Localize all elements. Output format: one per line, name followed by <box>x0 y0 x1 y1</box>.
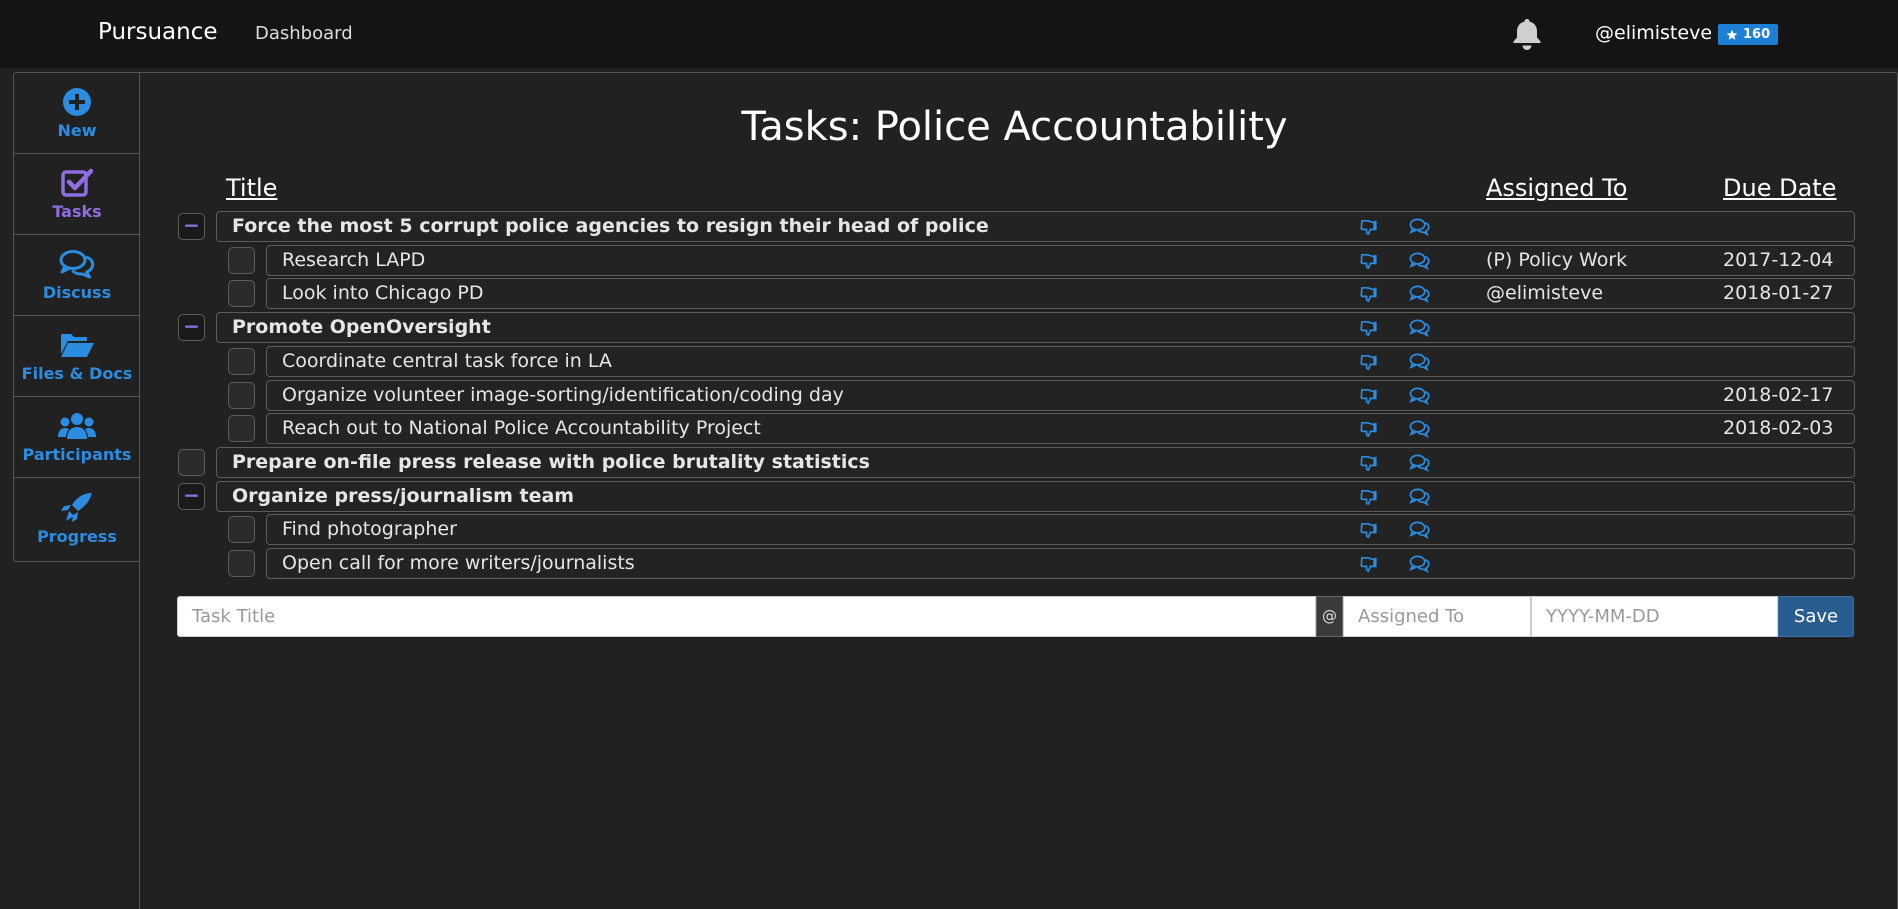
discuss-icon[interactable] <box>1409 520 1430 540</box>
task-checkbox[interactable] <box>228 280 255 307</box>
task-row-box[interactable] <box>266 278 1855 309</box>
task-title[interactable]: Coordinate central task force in LA <box>282 350 612 372</box>
collapse-toggle[interactable]: − <box>178 213 205 240</box>
task-title[interactable]: Research LAPD <box>282 249 425 271</box>
plus-circle-icon <box>63 87 91 116</box>
task-row: − Promote OpenOversight <box>0 312 1898 343</box>
task-title[interactable]: Open call for more writers/journalists <box>282 552 635 574</box>
task-checkbox[interactable] <box>228 550 255 577</box>
discuss-icon[interactable] <box>1409 217 1430 237</box>
task-title[interactable]: Organize press/journalism team <box>232 485 574 507</box>
task-checkbox[interactable] <box>228 516 255 543</box>
task-row: Organize volunteer image-sorting/identif… <box>0 380 1898 411</box>
task-due-date: 2017-12-04 <box>1723 249 1834 271</box>
discuss-icon[interactable] <box>1409 487 1430 507</box>
task-checkbox[interactable] <box>228 247 255 274</box>
task-assignee[interactable]: @elimisteve <box>1486 282 1603 304</box>
delegate-icon[interactable] <box>1359 284 1378 303</box>
delegate-icon[interactable] <box>1359 352 1378 371</box>
discuss-icon[interactable] <box>1409 352 1430 372</box>
task-row-box[interactable] <box>266 514 1855 545</box>
task-row: − Organize press/journalism team <box>0 481 1898 512</box>
sidebar-item-new[interactable]: New <box>14 73 140 154</box>
task-row: Look into Chicago PD @elimisteve 2018-01-2… <box>0 278 1898 309</box>
task-checkbox[interactable] <box>228 415 255 442</box>
top-navbar: Pursuance Dashboard @elimisteve 160 <box>0 0 1898 68</box>
task-checkbox[interactable] <box>228 348 255 375</box>
task-title[interactable]: Look into Chicago PD <box>282 282 483 304</box>
task-title[interactable]: Reach out to National Police Accountabil… <box>282 417 761 439</box>
assigned-to-input[interactable]: Assigned To <box>1343 596 1531 637</box>
sidebar-item-label: New <box>57 120 97 140</box>
task-assignee[interactable]: (P) Policy Work <box>1486 249 1627 271</box>
column-header-assigned[interactable]: Assigned To <box>1486 174 1627 202</box>
delegate-icon[interactable] <box>1359 419 1378 438</box>
delegate-icon[interactable] <box>1359 487 1378 506</box>
discuss-icon[interactable] <box>1409 554 1430 574</box>
page-title: Tasks: Police Accountability <box>741 104 1288 150</box>
delegate-icon[interactable] <box>1359 217 1378 236</box>
task-title[interactable]: Prepare on-file press release with polic… <box>232 451 870 473</box>
task-row: − Force the most 5 corrupt police agencie… <box>0 211 1898 242</box>
collapse-toggle[interactable]: − <box>178 483 205 510</box>
bell-icon[interactable] <box>1511 17 1543 51</box>
delegate-icon[interactable] <box>1359 251 1378 270</box>
task-row: Reach out to National Police Accountabil… <box>0 413 1898 444</box>
column-header-title[interactable]: Title <box>226 174 277 202</box>
delegate-icon[interactable] <box>1359 554 1378 573</box>
reputation-count: 160 <box>1743 27 1771 42</box>
brand-link[interactable]: Pursuance <box>98 19 218 45</box>
star-icon <box>1726 29 1738 40</box>
delegate-icon[interactable] <box>1359 453 1378 472</box>
task-due-date: 2018-01-27 <box>1723 282 1834 304</box>
task-row: Find photographer <box>0 514 1898 545</box>
task-row: Prepare on-file press release with polic… <box>0 447 1898 478</box>
task-title[interactable]: Force the most 5 corrupt police agencies… <box>232 215 989 237</box>
discuss-icon[interactable] <box>1409 386 1430 406</box>
discuss-icon[interactable] <box>1409 251 1430 271</box>
task-due-date: 2018-02-17 <box>1723 384 1834 406</box>
delegate-icon[interactable] <box>1359 318 1378 337</box>
due-date-input[interactable]: YYYY-MM-DD <box>1531 596 1778 637</box>
task-title-input[interactable]: Task Title <box>177 596 1316 637</box>
discuss-icon[interactable] <box>1409 318 1430 338</box>
username-link[interactable]: @elimisteve <box>1595 22 1712 44</box>
at-symbol-addon: @ <box>1316 596 1343 637</box>
discuss-icon[interactable] <box>1409 419 1430 439</box>
collapse-toggle[interactable]: − <box>178 314 205 341</box>
checkbox-icon <box>61 168 93 197</box>
discuss-icon[interactable] <box>1409 284 1430 304</box>
dashboard-link[interactable]: Dashboard <box>255 23 353 44</box>
delegate-icon[interactable] <box>1359 520 1378 539</box>
discuss-icon[interactable] <box>1409 453 1430 473</box>
delegate-icon[interactable] <box>1359 386 1378 405</box>
task-title[interactable]: Organize volunteer image-sorting/identif… <box>282 384 844 406</box>
task-row: Coordinate central task force in LA <box>0 346 1898 377</box>
task-due-date: 2018-02-03 <box>1723 417 1834 439</box>
task-title[interactable]: Promote OpenOversight <box>232 316 491 338</box>
task-checkbox[interactable] <box>178 449 205 476</box>
task-row: Open call for more writers/journalists <box>0 548 1898 579</box>
reputation-badge: 160 <box>1718 24 1779 45</box>
save-button[interactable]: Save <box>1778 596 1854 637</box>
task-title[interactable]: Find photographer <box>282 518 457 540</box>
task-checkbox[interactable] <box>228 382 255 409</box>
task-row: Research LAPD (P) Policy Work 2017-12-04 <box>0 245 1898 276</box>
column-header-due[interactable]: Due Date <box>1723 174 1836 202</box>
